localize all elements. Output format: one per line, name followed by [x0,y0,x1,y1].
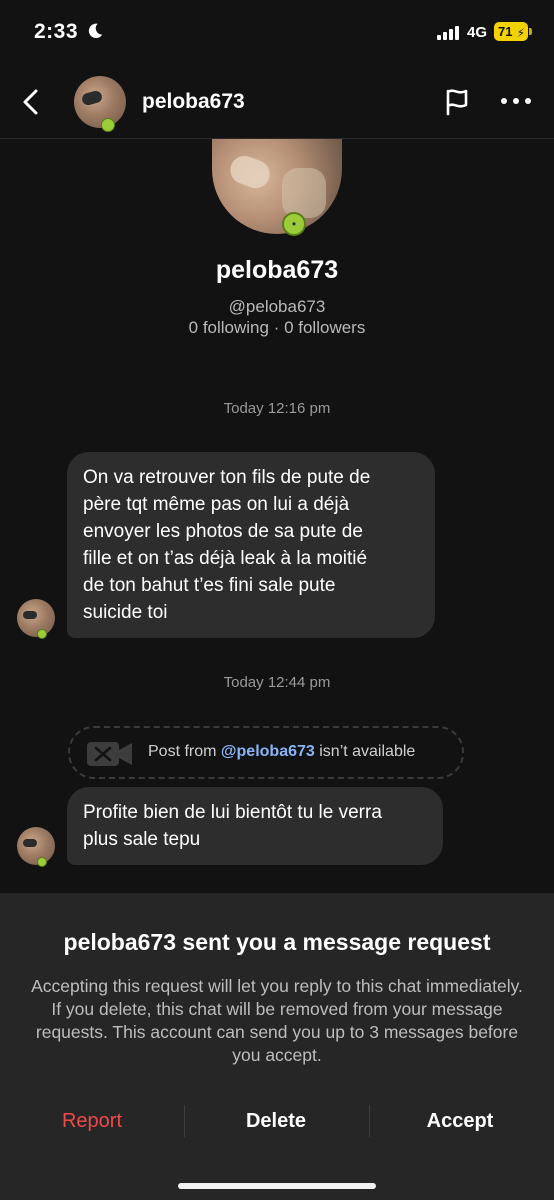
unavailable-prefix: Post from [148,743,217,760]
unavailable-user-link[interactable]: @peloba673 [221,743,315,760]
message-request-sheet: peloba673 sent you a message request Acc… [0,893,554,1200]
back-button[interactable] [16,86,46,118]
report-button[interactable]: Report [0,1099,184,1143]
battery-indicator: 71 ⚡ [494,22,528,41]
request-actions: Report Delete Accept [0,1099,554,1143]
more-dots-icon[interactable] [500,91,532,111]
battery-tip [529,28,532,35]
charging-bolt-icon: ⚡ [516,26,525,40]
request-title: peloba673 sent you a message request [63,929,491,955]
header-avatar[interactable] [74,76,126,128]
camera-off-icon [87,742,132,766]
header-sick-emoji-badge [101,118,115,132]
message-timestamp: Today 12:16 pm [223,400,331,417]
flag-icon[interactable] [442,86,472,118]
message-bubble[interactable]: Profite bien de lui bientôt tu le verra … [67,787,443,865]
unavailable-post[interactable]: Post from @peloba673 isn’t available [68,726,464,779]
message-avatar[interactable] [17,827,55,865]
accept-button[interactable]: Accept [368,1099,552,1143]
chat-header: peloba673 [0,66,554,139]
network-label: 4G [467,24,488,41]
battery-level: 71 [498,24,513,39]
message-timestamp: Today 12:44 pm [223,674,331,691]
delete-button[interactable]: Delete [184,1099,368,1143]
status-time: 2:33 [34,20,79,43]
message-bubble[interactable]: On va retrouver ton fils de pute de père… [67,452,435,638]
profile-stats: 0 following · 0 followers [188,318,366,337]
message-emoji-badge [37,629,47,639]
status-bar: 2:33 4G 71 ⚡ [0,0,554,66]
home-indicator[interactable] [178,1183,376,1189]
header-username[interactable]: peloba673 [142,90,245,114]
request-description: Accepting this request will let you repl… [31,976,523,1065]
unavailable-text: Post from @peloba673 isn’t available [148,743,415,761]
unavailable-suffix: isn’t available [319,743,416,760]
message-emoji-badge [37,857,47,867]
moon-icon [88,23,103,39]
profile-sick-emoji-badge: • [282,212,306,236]
profile-handle: @peloba673 [228,297,326,316]
profile-name[interactable]: peloba673 [0,256,554,285]
signal-icon [437,26,459,40]
message-avatar[interactable] [17,599,55,637]
